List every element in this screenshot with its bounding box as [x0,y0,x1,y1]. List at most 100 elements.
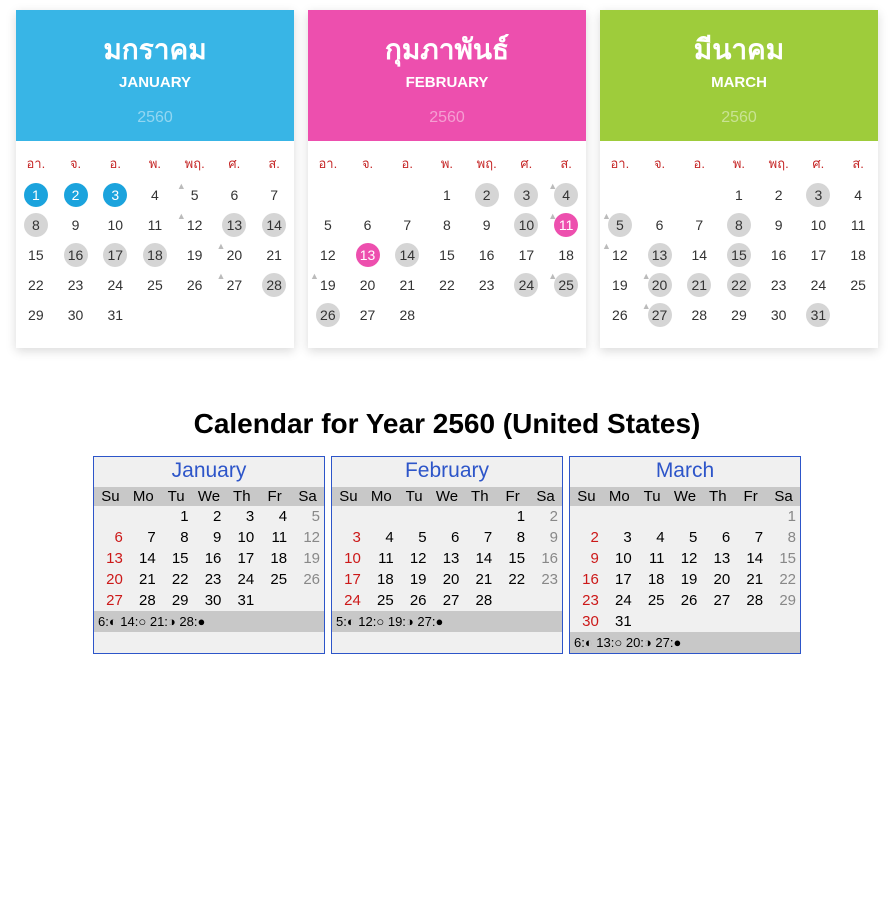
day-cell[interactable]: 27 [94,590,127,611]
day-cell[interactable]: 25 [365,590,398,611]
day-cell[interactable]: 9 [193,527,226,548]
day-cell[interactable]: ▲4 [546,180,586,210]
day-cell[interactable]: 11 [636,548,669,569]
day-cell[interactable]: 12 [398,548,431,569]
day-cell[interactable]: 24 [95,270,135,300]
day-cell[interactable]: 21 [254,240,294,270]
day-cell[interactable]: 12 [669,548,702,569]
day-cell[interactable]: ▲19 [308,270,348,300]
day-cell[interactable] [669,611,702,632]
day-cell[interactable]: 21 [127,569,160,590]
day-cell[interactable]: 19 [291,548,324,569]
day-cell[interactable]: 8 [16,210,56,240]
day-cell[interactable]: 7 [734,527,767,548]
day-cell[interactable]: 14 [127,548,160,569]
day-cell[interactable]: 29 [16,300,56,330]
day-cell[interactable] [496,590,529,611]
day-cell[interactable]: 19 [398,569,431,590]
day-cell[interactable]: 24 [603,590,636,611]
day-cell[interactable]: 29 [767,590,800,611]
day-cell[interactable]: 12 [308,240,348,270]
month-name[interactable]: February [332,457,562,487]
day-cell[interactable] [767,611,800,632]
day-cell[interactable]: 26 [291,569,324,590]
day-cell[interactable]: 19 [669,569,702,590]
day-cell[interactable] [734,506,767,527]
day-cell[interactable]: 10 [507,210,547,240]
day-cell[interactable]: 23 [529,569,562,590]
day-cell[interactable]: 23 [759,270,799,300]
day-cell[interactable]: 19 [175,240,215,270]
day-cell[interactable]: 5 [398,527,431,548]
day-cell[interactable]: ▲12 [175,210,215,240]
day-cell[interactable]: 22 [427,270,467,300]
day-cell[interactable]: 27 [701,590,734,611]
day-cell[interactable]: 18 [365,569,398,590]
day-cell[interactable]: 22 [719,270,759,300]
day-cell[interactable]: 13 [215,210,255,240]
day-cell[interactable]: 28 [127,590,160,611]
day-cell[interactable] [529,590,562,611]
day-cell[interactable]: 30 [759,300,799,330]
day-cell[interactable]: ▲25 [546,270,586,300]
day-cell[interactable] [398,506,431,527]
day-cell[interactable]: 21 [734,569,767,590]
day-cell[interactable]: 6 [348,210,388,240]
day-cell[interactable]: 6 [215,180,255,210]
day-cell[interactable]: 17 [799,240,839,270]
day-cell[interactable]: 24 [332,590,365,611]
day-cell[interactable]: 27 [348,300,388,330]
day-cell[interactable]: 13 [701,548,734,569]
day-cell[interactable]: 10 [603,548,636,569]
day-cell[interactable]: 10 [225,527,258,548]
day-cell[interactable]: 2 [529,506,562,527]
day-cell[interactable] [701,506,734,527]
day-cell[interactable]: 14 [254,210,294,240]
day-cell[interactable]: 10 [332,548,365,569]
day-cell[interactable]: 8 [767,527,800,548]
day-cell[interactable]: 5 [291,506,324,527]
day-cell[interactable]: 23 [570,590,603,611]
day-cell[interactable]: 20 [94,569,127,590]
day-cell[interactable]: 7 [387,210,427,240]
day-cell[interactable]: 18 [135,240,175,270]
day-cell[interactable]: 24 [507,270,547,300]
day-cell[interactable]: 8 [427,210,467,240]
day-cell[interactable]: 23 [467,270,507,300]
day-cell[interactable]: 26 [600,300,640,330]
day-cell[interactable]: 26 [669,590,702,611]
day-cell[interactable]: 29 [719,300,759,330]
day-cell[interactable]: 7 [127,527,160,548]
day-cell[interactable]: 22 [16,270,56,300]
day-cell[interactable]: 25 [258,569,291,590]
day-cell[interactable]: 11 [258,527,291,548]
day-cell[interactable]: 8 [160,527,193,548]
day-cell[interactable]: 16 [193,548,226,569]
day-cell[interactable]: 10 [95,210,135,240]
day-cell[interactable]: 13 [348,240,388,270]
day-cell[interactable]: 3 [95,180,135,210]
day-cell[interactable] [570,506,603,527]
day-cell[interactable]: 9 [467,210,507,240]
day-cell[interactable]: 3 [225,506,258,527]
day-cell[interactable]: 4 [135,180,175,210]
day-cell[interactable]: 2 [56,180,96,210]
day-cell[interactable]: ▲5 [600,210,640,240]
day-cell[interactable]: ▲12 [600,240,640,270]
day-cell[interactable]: 30 [570,611,603,632]
day-cell[interactable]: 14 [463,548,496,569]
day-cell[interactable]: 28 [734,590,767,611]
day-cell[interactable]: 3 [332,527,365,548]
day-cell[interactable] [258,590,291,611]
day-cell[interactable] [332,506,365,527]
day-cell[interactable]: 31 [95,300,135,330]
day-cell[interactable]: 15 [496,548,529,569]
day-cell[interactable]: 16 [467,240,507,270]
day-cell[interactable]: 17 [225,548,258,569]
day-cell[interactable]: 28 [463,590,496,611]
day-cell[interactable]: 10 [799,210,839,240]
day-cell[interactable]: 16 [759,240,799,270]
day-cell[interactable] [463,506,496,527]
day-cell[interactable]: 6 [701,527,734,548]
day-cell[interactable]: 15 [427,240,467,270]
